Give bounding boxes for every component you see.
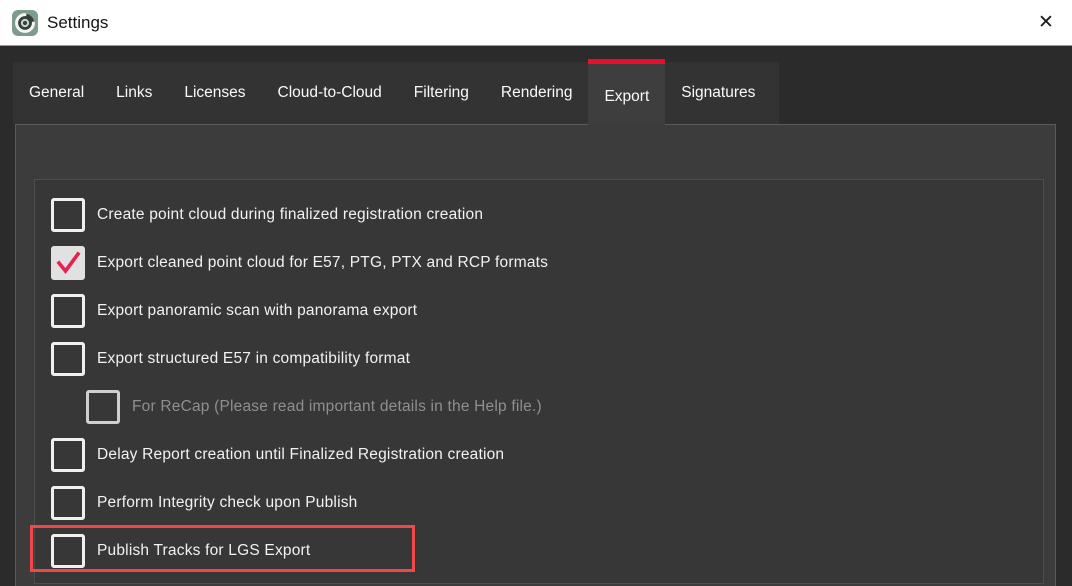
tab-general[interactable]: General	[13, 62, 100, 124]
app-logo-icon	[12, 10, 38, 36]
checkbox-label: Publish Tracks for LGS Export	[97, 542, 310, 560]
checkbox-row: Delay Report creation until Finalized Re…	[51, 431, 1043, 479]
tab-signatures[interactable]: Signatures	[665, 62, 771, 124]
checkbox-label: Export panoramic scan with panorama expo…	[97, 302, 417, 320]
checkbox-label: Delay Report creation until Finalized Re…	[97, 446, 504, 464]
tab-filtering[interactable]: Filtering	[398, 62, 485, 124]
checkbox-unchecked[interactable]	[51, 342, 85, 376]
window-title: Settings	[47, 13, 108, 33]
checkbox-label: Export structured E57 in compatibility f…	[97, 350, 410, 368]
checkbox-unchecked[interactable]	[51, 486, 85, 520]
tab-export[interactable]: Export	[588, 59, 665, 125]
export-options-groupbox: Create point cloud during finalized regi…	[34, 179, 1044, 584]
settings-tab-strip: GeneralLinksLicensesCloud-to-CloudFilter…	[13, 62, 779, 124]
checkbox-row: Perform Integrity check upon Publish	[51, 479, 1043, 527]
close-icon[interactable]: ✕	[1020, 0, 1072, 45]
settings-window: Settings ✕ GeneralLinksLicensesCloud-to-…	[0, 0, 1072, 586]
checkbox-row: Export structured E57 in compatibility f…	[51, 335, 1043, 383]
tab-links[interactable]: Links	[100, 62, 168, 124]
checkbox-label: Export cleaned point cloud for E57, PTG,…	[97, 254, 548, 272]
tab-cloud-to-cloud[interactable]: Cloud-to-Cloud	[262, 62, 398, 124]
checkmark-icon	[53, 248, 83, 278]
checkbox-row: Publish Tracks for LGS Export	[51, 527, 1043, 575]
checkbox-unchecked[interactable]	[51, 438, 85, 472]
export-tab-panel: Create point cloud during finalized regi…	[15, 124, 1056, 586]
checkbox-unchecked[interactable]	[51, 198, 85, 232]
checkbox-label: For ReCap (Please read important details…	[132, 398, 542, 416]
tab-rendering[interactable]: Rendering	[485, 62, 589, 124]
checkbox-unchecked[interactable]	[86, 390, 120, 424]
checkbox-unchecked[interactable]	[51, 534, 85, 568]
checkbox-label: Perform Integrity check upon Publish	[97, 494, 358, 512]
checkbox-row: For ReCap (Please read important details…	[86, 383, 1043, 431]
checkbox-label: Create point cloud during finalized regi…	[97, 206, 483, 224]
title-bar: Settings ✕	[0, 0, 1072, 46]
checkbox-row: Export cleaned point cloud for E57, PTG,…	[51, 239, 1043, 287]
checkbox-checked[interactable]	[51, 246, 85, 280]
checkbox-row: Create point cloud during finalized regi…	[51, 191, 1043, 239]
tab-licenses[interactable]: Licenses	[168, 62, 261, 124]
export-options-list: Create point cloud during finalized regi…	[35, 180, 1043, 575]
checkbox-row: Export panoramic scan with panorama expo…	[51, 287, 1043, 335]
checkbox-unchecked[interactable]	[51, 294, 85, 328]
